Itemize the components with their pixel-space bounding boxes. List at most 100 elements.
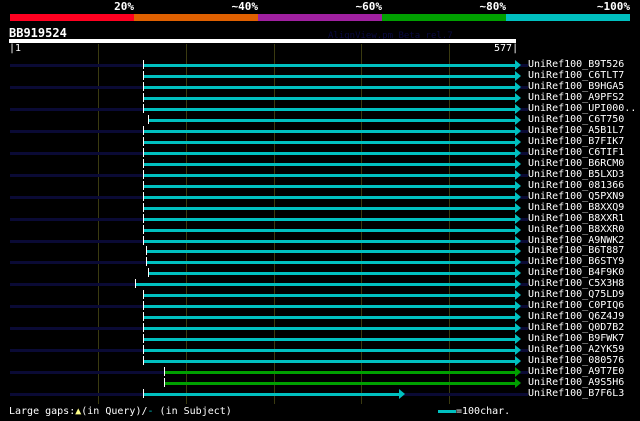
hit-end-arrow-icon [515, 115, 521, 125]
hit-bar[interactable] [143, 97, 516, 100]
hit-label[interactable]: UniRef100_B8XXR0 [528, 224, 624, 235]
hit-label[interactable]: UniRef100_A2YK59 [528, 344, 624, 355]
hit-bar[interactable] [143, 316, 516, 319]
hit-label[interactable]: UniRef100_B4F9K0 [528, 267, 624, 278]
hit-bar[interactable] [143, 75, 516, 78]
hit-label[interactable]: UniRef100_C0PIQ6 [528, 300, 624, 311]
hit-start-tick [143, 236, 144, 245]
hit-end-arrow-icon [515, 104, 521, 114]
hit-label[interactable]: UniRef100_Q6Z4J9 [528, 311, 624, 322]
hit-bar[interactable] [143, 393, 400, 396]
hit-start-tick [143, 60, 144, 69]
hit-start-tick [143, 93, 144, 102]
scale-label: =100char. [456, 406, 511, 417]
hit-label[interactable]: UniRef100_B8XXQ9 [528, 202, 624, 213]
hit-bar[interactable] [143, 349, 516, 352]
hit-label[interactable]: UniRef100_B5LXD3 [528, 169, 624, 180]
hit-bar[interactable] [143, 196, 516, 199]
hit-start-tick [143, 225, 144, 234]
hit-label[interactable]: UniRef100_A9T7E0 [528, 366, 624, 377]
hit-start-tick [143, 170, 144, 179]
identity-label: 20% [114, 0, 134, 13]
identity-label: ~100% [596, 0, 630, 13]
query-end: 577| [494, 43, 519, 54]
hit-bar[interactable] [143, 294, 516, 297]
hit-label[interactable]: UniRef100_B6T887 [528, 245, 624, 256]
hit-end-arrow-icon [515, 170, 521, 180]
hit-end-arrow-icon [515, 148, 521, 158]
hit-end-arrow-icon [515, 214, 521, 224]
hit-bar[interactable] [143, 86, 516, 89]
hit-bar[interactable] [143, 207, 516, 210]
hit-end-arrow-icon [515, 236, 521, 246]
hit-bar[interactable] [143, 338, 516, 341]
hit-label[interactable]: UniRef100_C6TLT7 [528, 70, 624, 81]
hit-bar[interactable] [143, 141, 516, 144]
hit-bar[interactable] [143, 327, 516, 330]
hit-bar[interactable] [146, 250, 516, 253]
subject-gap-label: (in Subject) [153, 406, 232, 417]
hit-label[interactable]: UniRef100_B9FWK7 [528, 333, 624, 344]
identity-color-segment [506, 14, 630, 21]
hit-bar[interactable] [148, 272, 516, 275]
hit-label[interactable]: UniRef100_B9T526 [528, 59, 624, 70]
hit-bar[interactable] [164, 371, 516, 374]
hit-start-tick [148, 268, 149, 277]
hit-end-arrow-icon [515, 367, 521, 377]
hit-label[interactable]: UniRef100_081366 [528, 180, 624, 191]
hit-end-arrow-icon [515, 378, 521, 388]
hit-end-arrow-icon [515, 126, 521, 136]
hit-label[interactable]: UniRef100_UPI000.. [528, 103, 636, 114]
hit-bar[interactable] [143, 108, 516, 111]
hit-bar[interactable] [143, 185, 516, 188]
hit-bar[interactable] [143, 218, 516, 221]
hit-label[interactable]: UniRef100_Q0D7B2 [528, 322, 624, 333]
hit-bar[interactable] [143, 305, 516, 308]
hit-label[interactable]: UniRef100_B7F6L3 [528, 388, 624, 399]
hit-end-arrow-icon [515, 137, 521, 147]
hit-start-tick [143, 104, 144, 113]
hit-end-arrow-icon [515, 345, 521, 355]
hit-start-tick [143, 345, 144, 354]
hit-label[interactable]: UniRef100_A5B1L7 [528, 125, 624, 136]
hit-label[interactable]: UniRef100_B7FIK7 [528, 136, 624, 147]
hit-bar[interactable] [143, 64, 516, 67]
hit-end-arrow-icon [515, 323, 521, 333]
query-bar [9, 39, 516, 43]
hit-start-tick [143, 214, 144, 223]
hit-start-tick [143, 159, 144, 168]
hit-label[interactable]: UniRef100_C6TIF1 [528, 147, 624, 158]
hit-end-arrow-icon [515, 246, 521, 256]
hit-bar[interactable] [143, 229, 516, 232]
hit-label[interactable]: UniRef100_B6RCM0 [528, 158, 624, 169]
hit-bar[interactable] [143, 240, 516, 243]
hit-bar[interactable] [143, 130, 516, 133]
hit-bar[interactable] [146, 261, 516, 264]
hit-bar[interactable] [148, 119, 516, 122]
hit-bar[interactable] [143, 152, 516, 155]
hit-start-tick [148, 115, 149, 124]
hit-label[interactable]: UniRef100_B6STY9 [528, 256, 624, 267]
hit-label[interactable]: UniRef100_C5X3H8 [528, 278, 624, 289]
hit-label[interactable]: UniRef100_C6T750 [528, 114, 624, 125]
hit-end-arrow-icon [515, 71, 521, 81]
hit-bar[interactable] [143, 360, 516, 363]
hit-end-arrow-icon [515, 334, 521, 344]
hit-bar[interactable] [143, 174, 516, 177]
hit-label[interactable]: UniRef100_B9HGA5 [528, 81, 624, 92]
hit-label[interactable]: UniRef100_A9PFS2 [528, 92, 624, 103]
query-name: BB919524 [9, 26, 67, 40]
hit-bar[interactable] [135, 283, 516, 286]
hit-label[interactable]: UniRef100_B8XXR1 [528, 213, 624, 224]
hit-start-tick [143, 356, 144, 365]
hit-bar[interactable] [143, 163, 516, 166]
hit-label[interactable]: UniRef100_080576 [528, 355, 624, 366]
hit-label[interactable]: UniRef100_Q75LD9 [528, 289, 624, 300]
hit-end-arrow-icon [515, 356, 521, 366]
query-gap-label: (in Query)/ [81, 406, 148, 417]
hit-bar[interactable] [164, 382, 516, 385]
hit-label[interactable]: UniRef100_Q5PXN9 [528, 191, 624, 202]
hit-label[interactable]: UniRef100_A9S5H6 [528, 377, 624, 388]
identity-color-segment [382, 14, 506, 21]
hit-start-tick [143, 301, 144, 310]
